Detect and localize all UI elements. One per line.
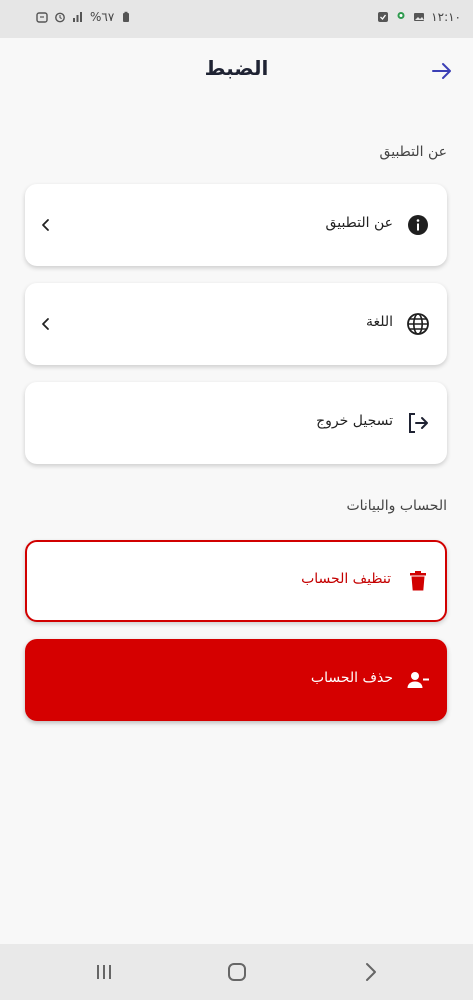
language-item[interactable]: اللغة: [25, 283, 447, 365]
delete-account-label: حذف الحساب: [310, 670, 393, 686]
chevron-left-icon: [42, 219, 49, 231]
arrow-right-icon[interactable]: [429, 58, 455, 84]
battery-level: %٦٧: [90, 10, 115, 24]
page-title: الضبط: [204, 56, 269, 80]
section-title-account: الحساب والبيانات: [346, 498, 447, 514]
notification-icon: [36, 12, 48, 23]
logout-item[interactable]: تسجيل خروج: [25, 382, 447, 464]
recent-apps-icon[interactable]: [92, 960, 116, 984]
status-bar: %٦٧ ١٢:١٠: [0, 0, 473, 38]
user-minus-icon: [407, 672, 429, 688]
info-icon: [408, 215, 428, 235]
logout-label: تسجيل خروج: [316, 413, 393, 429]
status-right: ١٢:١٠: [377, 10, 461, 24]
about-app-item[interactable]: عن التطبيق: [25, 184, 447, 266]
system-navigation-bar: [0, 944, 473, 1000]
status-left: %٦٧: [36, 10, 132, 24]
logout-icon: [409, 413, 428, 433]
alarm-icon: [55, 12, 65, 23]
app-logo-icon: [397, 12, 405, 19]
clear-account-button[interactable]: تنظيف الحساب: [25, 540, 447, 622]
back-nav-icon[interactable]: [358, 960, 382, 984]
check-box-icon: [378, 12, 389, 22]
gallery-icon: [414, 13, 425, 21]
signal-icon: [73, 12, 82, 22]
section-title-about: عن التطبيق: [379, 144, 447, 160]
status-time: ١٢:١٠: [431, 10, 461, 24]
globe-icon: [407, 313, 429, 335]
clear-account-label: تنظيف الحساب: [301, 571, 391, 587]
language-label: اللغة: [365, 314, 393, 330]
about-app-label: عن التطبيق: [325, 215, 393, 231]
delete-account-button[interactable]: حذف الحساب: [25, 639, 447, 721]
trash-icon: [410, 571, 426, 591]
header: الضبط: [0, 38, 473, 104]
battery-icon: [123, 11, 130, 22]
chevron-left-icon: [42, 318, 49, 330]
home-icon[interactable]: [225, 960, 249, 984]
